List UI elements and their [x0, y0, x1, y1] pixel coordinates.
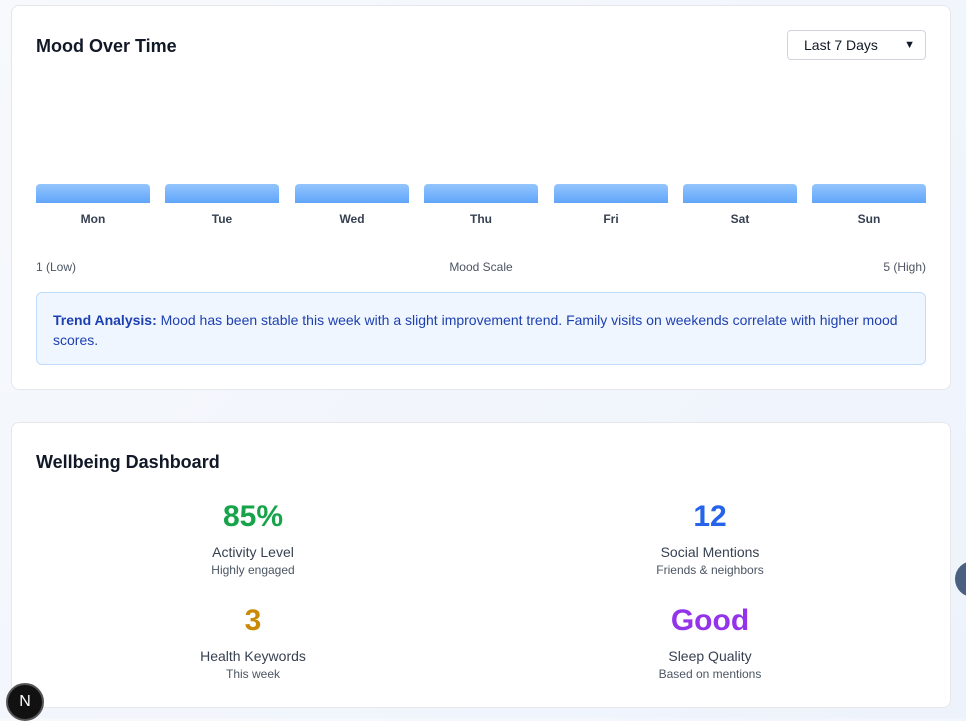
- metric-health-keywords: 3 Health Keywords This week: [103, 603, 403, 681]
- mood-bar: [554, 184, 668, 203]
- day-label: Mon: [80, 212, 106, 226]
- trend-label: Trend Analysis:: [53, 312, 157, 328]
- mood-bar: [683, 184, 797, 203]
- wellbeing-dashboard-card: Wellbeing Dashboard 85% Activity Level H…: [11, 422, 951, 708]
- metric-activity-level: 85% Activity Level Highly engaged: [103, 499, 403, 577]
- chevron-down-icon: ▼: [904, 39, 915, 51]
- mood-bar: [812, 184, 926, 203]
- mood-bar: [165, 184, 279, 203]
- mood-bar-tue: Tue: [165, 184, 279, 226]
- metric-label: Social Mentions: [660, 544, 760, 560]
- mood-bar-mon: Mon: [36, 184, 150, 226]
- mood-bar: [424, 184, 538, 203]
- day-label: Sat: [730, 212, 750, 226]
- metric-label: Sleep Quality: [668, 648, 752, 664]
- date-range-value: Last 7 Days: [804, 37, 878, 53]
- mood-card-title: Mood Over Time: [36, 36, 177, 56]
- wellbeing-card-title: Wellbeing Dashboard: [36, 452, 220, 472]
- metric-subtext: Friends & neighbors: [656, 563, 764, 577]
- mood-bar-fri: Fri: [554, 184, 668, 226]
- mood-bars: Mon Tue Wed Thu Fri Sat Sun: [36, 184, 926, 229]
- mood-bar-thu: Thu: [424, 184, 538, 226]
- mood-bar: [36, 184, 150, 203]
- metric-label: Activity Level: [212, 544, 294, 560]
- metric-subtext: Based on mentions: [658, 667, 762, 681]
- mood-scale: 1 (Low) Mood Scale 5 (High): [36, 260, 926, 276]
- trend-analysis-box: Trend Analysis: Mood has been stable thi…: [36, 292, 926, 365]
- date-range-select[interactable]: Last 7 Days ▼: [787, 30, 926, 60]
- metric-value: 85%: [222, 500, 284, 533]
- day-label: Sun: [857, 212, 881, 226]
- scale-title: Mood Scale: [449, 260, 513, 274]
- metric-label: Health Keywords: [200, 648, 306, 664]
- metric-social-mentions: 12 Social Mentions Friends & neighbors: [560, 499, 860, 577]
- metric-value: 12: [693, 500, 727, 533]
- metric-value: 3: [244, 604, 262, 637]
- nextjs-devtools-button[interactable]: N: [6, 683, 44, 721]
- trend-text: Mood has been stable this week with a sl…: [53, 312, 898, 348]
- day-label: Fri: [603, 212, 619, 226]
- metric-sleep-quality: Good Sleep Quality Based on mentions: [560, 603, 860, 681]
- metric-subtext: This week: [225, 667, 281, 681]
- day-label: Tue: [211, 212, 233, 226]
- mood-over-time-card: Mood Over Time Last 7 Days ▼ Mon Tue Wed…: [11, 5, 951, 390]
- mood-bar: [295, 184, 409, 203]
- day-label: Thu: [470, 212, 492, 226]
- mood-bar-sat: Sat: [683, 184, 797, 226]
- n-logo-icon: N: [19, 693, 31, 710]
- metric-subtext: Highly engaged: [211, 563, 295, 577]
- metric-value: Good: [670, 604, 750, 637]
- mood-bar-sun: Sun: [812, 184, 926, 226]
- floating-side-button[interactable]: [955, 561, 966, 597]
- scale-high-label: 5 (High): [883, 260, 926, 274]
- mood-bar-wed: Wed: [295, 184, 409, 226]
- day-label: Wed: [339, 212, 365, 226]
